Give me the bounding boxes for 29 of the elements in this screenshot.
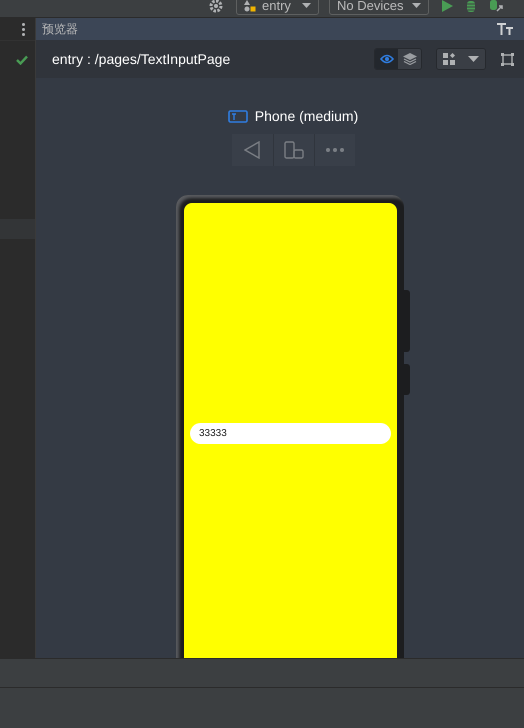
caret-icon — [468, 56, 479, 62]
more-icon — [326, 148, 344, 152]
check-icon — [16, 55, 28, 65]
page-route: entry : /pages/TextInputPage — [52, 51, 232, 67]
device-label: No Devices — [337, 0, 404, 13]
caret-icon — [412, 3, 421, 8]
back-icon — [244, 141, 260, 159]
bug-icon[interactable] — [465, 0, 477, 12]
run-config-dropdown[interactable]: entry — [236, 0, 319, 15]
font-size-icon[interactable] — [497, 23, 514, 35]
play-icon[interactable] — [442, 0, 453, 12]
layers-icon — [402, 53, 416, 65]
layout-dropdown[interactable] — [436, 48, 486, 70]
more-icon[interactable] — [22, 22, 25, 36]
device-dropdown[interactable]: No Devices — [329, 0, 429, 15]
text-input-field[interactable]: 33333 — [190, 423, 391, 444]
run-config-label: entry — [262, 0, 292, 13]
grid-icon — [443, 53, 456, 65]
shapes-icon — [244, 0, 256, 12]
caret-icon — [302, 3, 311, 8]
frame-icon[interactable] — [501, 52, 514, 66]
device-icon — [228, 110, 248, 122]
eye-icon — [380, 53, 394, 65]
bug-arrow-icon[interactable] — [489, 0, 503, 12]
settings-icon[interactable] — [209, 0, 223, 12]
view-mode-tab[interactable] — [375, 49, 398, 69]
devices-icon — [284, 141, 304, 159]
device-name: Phone (medium) — [254, 108, 358, 124]
panel-title: 预览器 — [42, 20, 78, 38]
